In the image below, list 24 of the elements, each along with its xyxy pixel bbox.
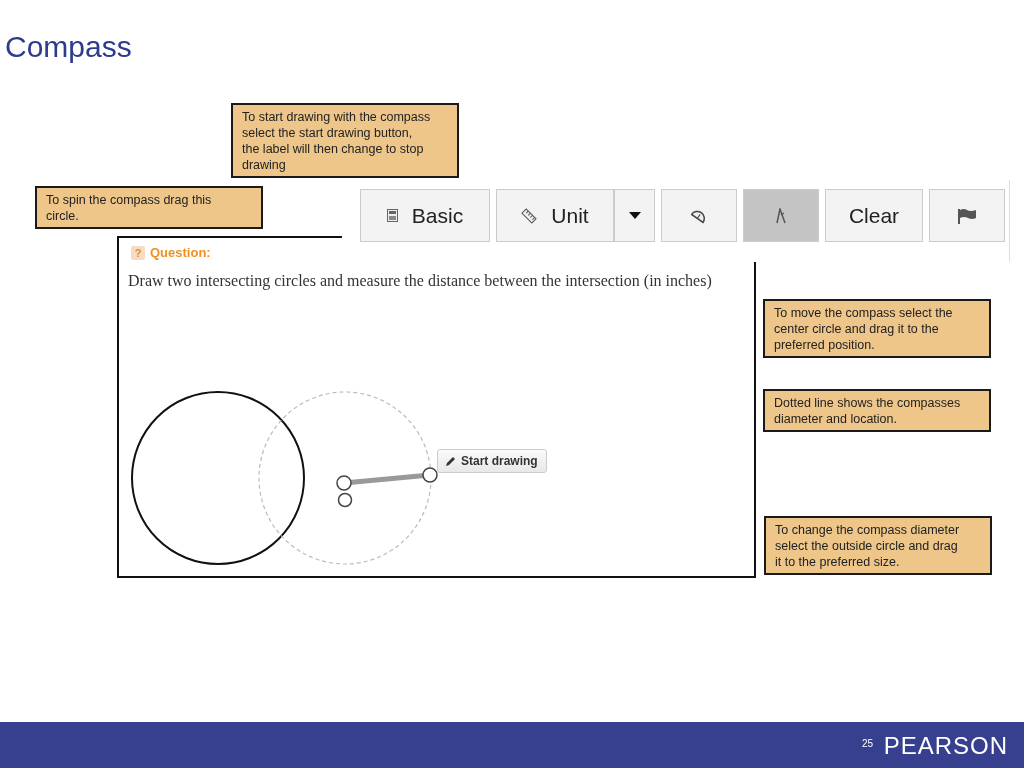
spin-handle[interactable] <box>337 492 353 508</box>
callout-note: To change the compass diameter select the outside circle and drag it to the preferred size. <box>764 516 992 575</box>
start-drawing-button[interactable]: Start drawing <box>437 449 547 473</box>
pearson-logo: PEARSON <box>883 732 1008 760</box>
callout-note: To spin the compass drag this circle. <box>35 186 263 229</box>
question-text: Draw two intersecting circles and measure the distance between the intersection (in inches) <box>128 272 713 290</box>
flag-icon <box>957 207 977 224</box>
center-handle[interactable] <box>336 475 352 491</box>
page-number: 25 <box>862 738 874 749</box>
calculator-icon <box>386 209 398 222</box>
toolbar-button[interactable]: Basic <box>360 189 490 242</box>
pencil-icon <box>446 456 456 466</box>
question-heading: Question: <box>150 245 211 260</box>
toolbar-button[interactable]: Unit <box>496 189 614 242</box>
callout-note: To start drawing with the compass select the start drawing button, the label will then change to stop drawing <box>231 103 459 178</box>
callout-note: Dotted line shows the compasses diameter and location. <box>763 389 991 432</box>
caret-icon <box>628 212 641 219</box>
toolbar-icon-button[interactable] <box>929 189 1005 242</box>
compass-icon <box>775 207 787 224</box>
question-icon: ? <box>131 245 145 260</box>
callout-note: To move the compass select the center circle and drag it to the preferred position. <box>763 299 991 358</box>
slide-title: Compass <box>5 30 132 64</box>
toolbar-button[interactable]: Clear <box>825 189 923 242</box>
radius-handle[interactable] <box>422 467 438 483</box>
